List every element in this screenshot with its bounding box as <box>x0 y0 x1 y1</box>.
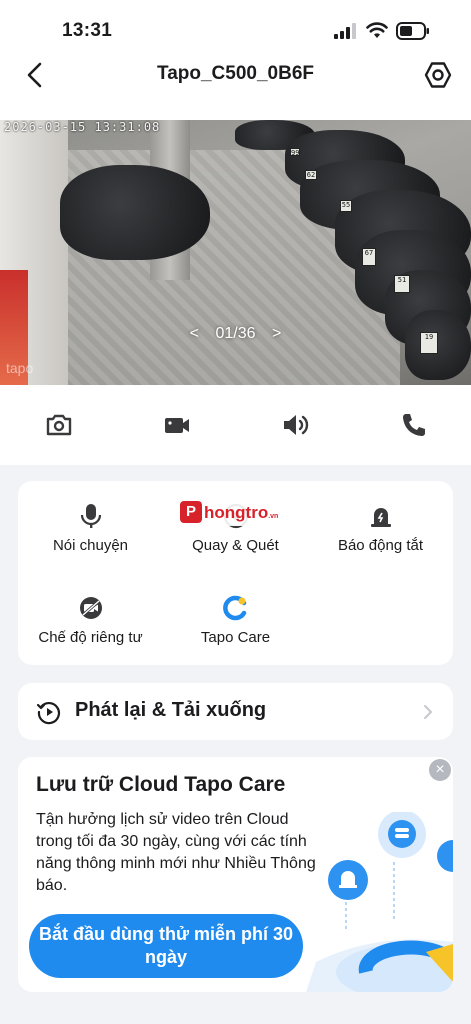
feature-alarm-off[interactable]: Báo động tắt <box>308 503 453 554</box>
promo-body: Tận hưởng lịch sử video trên Cloud trong… <box>36 811 316 894</box>
battery-icon <box>396 22 429 40</box>
playback-clock-icon <box>36 702 60 725</box>
playback-label: Phát lại & Tải xuống <box>75 699 267 721</box>
camera-watermark: tapo <box>6 360 34 376</box>
camera-pager: < 01/36 > <box>0 325 471 343</box>
chevron-right-icon <box>424 705 432 719</box>
cellular-signal-icon <box>334 23 356 39</box>
feature-label: Báo động tắt <box>337 537 424 554</box>
license-plate: 62 <box>305 170 317 180</box>
speaker-icon[interactable] <box>281 411 309 439</box>
pager-text: 01/36 <box>215 325 256 342</box>
license-plate: 51 <box>394 275 410 293</box>
status-time: 13:31 <box>62 20 113 41</box>
phongtro-logo: P <box>180 501 202 523</box>
device-title: Tapo_C500_0B6F <box>157 63 314 84</box>
feature-label: Chế độ riêng tư <box>38 629 143 646</box>
camera-off-icon <box>79 597 102 619</box>
phongtro-watermark: Phongtro.vn <box>178 498 294 526</box>
feature-label: Tapo Care <box>200 629 271 646</box>
license-plate: 67 <box>362 248 376 266</box>
wifi-icon <box>366 22 388 38</box>
microphone-icon <box>80 504 101 528</box>
playback-download-row[interactable]: Phát lại & Tải xuống <box>18 683 453 740</box>
feature-talk[interactable]: Nói chuyện <box>18 503 163 554</box>
camera-timestamp: 2026-03-15 13:31:08 <box>4 120 161 134</box>
feature-label: Quay & Quét <box>192 537 279 554</box>
feature-label: Nói chuyện <box>52 537 129 554</box>
feature-tapo-care[interactable]: Tapo Care <box>163 595 308 646</box>
motorbike <box>60 165 210 260</box>
phongtro-suffix: .vn <box>268 513 279 520</box>
control-bar <box>0 385 471 465</box>
camera-live-view[interactable]: 99 62 55 67 51 19 2026-03-15 13:31:08 < … <box>0 120 471 385</box>
tapo-care-icon <box>222 595 246 621</box>
phongtro-text: hongtro <box>204 503 269 522</box>
license-plate: 55 <box>340 200 352 212</box>
motorbike <box>405 310 471 380</box>
close-icon[interactable]: × <box>429 759 451 781</box>
cloud-promo-card: Lưu trữ Cloud Tapo Care Tận hưởng lịch s… <box>18 757 453 992</box>
pager-prev-button[interactable]: < <box>190 325 199 342</box>
camera-snapshot-icon[interactable] <box>45 411 73 439</box>
promo-title: Lưu trữ Cloud Tapo Care <box>36 773 286 796</box>
cloud-illustration <box>306 812 453 992</box>
alarm-off-icon <box>370 508 391 527</box>
nav-bar: Tapo_C500_0B6F <box>0 56 471 120</box>
video-record-icon[interactable] <box>163 411 191 439</box>
start-trial-button[interactable]: Bắt đầu dùng thử miễn phí 30 ngày <box>29 914 303 978</box>
license-plate: 99 <box>290 148 300 157</box>
feature-privacy-mode[interactable]: Chế độ riêng tư <box>18 595 163 646</box>
pager-next-button[interactable]: > <box>272 325 281 342</box>
settings-icon[interactable] <box>423 60 453 90</box>
status-bar: 13:31 <box>0 0 471 56</box>
phone-call-icon[interactable] <box>400 411 428 439</box>
